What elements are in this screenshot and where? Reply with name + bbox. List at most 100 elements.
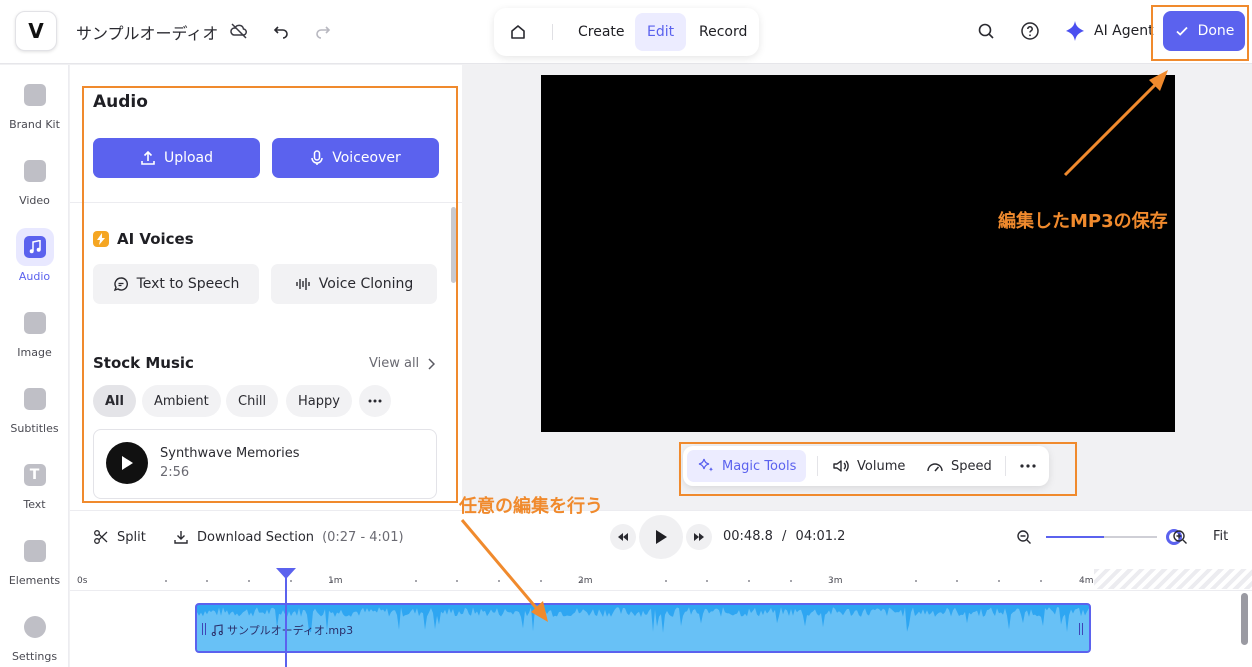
ruler-tick (956, 580, 959, 582)
mode-divider (552, 24, 553, 40)
play-button[interactable] (639, 515, 683, 559)
rail-item-text[interactable]: T Text (0, 445, 69, 521)
clip-trim-handle-right[interactable] (1079, 623, 1083, 635)
ruler-tick (498, 580, 500, 582)
tab-record[interactable]: Record (687, 13, 759, 51)
skip-forward-button[interactable] (686, 524, 712, 550)
download-section-button[interactable]: Download Section (0:27 - 4:01) (173, 529, 404, 545)
rail-item-settings[interactable]: Settings (0, 597, 69, 667)
tab-create[interactable]: Create (566, 13, 637, 51)
elements-icon (16, 532, 54, 570)
playhead-handle[interactable] (276, 568, 296, 579)
timeline: Split Download Section (0:27 - 4:01) 00:… (70, 510, 1252, 667)
settings-icon (16, 608, 54, 646)
rail-item-audio[interactable]: Audio (0, 217, 69, 293)
download-range: (0:27 - 4:01) (322, 529, 404, 545)
left-rail: Brand Kit Video Audio Image Subtitles T … (0, 65, 69, 667)
ruler-tick (539, 580, 542, 582)
audio-clip[interactable]: サンプルオーディオ.mp3 (195, 603, 1091, 653)
ruler-tick (706, 580, 709, 582)
rail-item-image[interactable]: Image (0, 293, 69, 369)
cloud-off-icon[interactable] (228, 20, 250, 42)
rail-item-brand-kit[interactable]: Brand Kit (0, 65, 69, 141)
ruler-label: 2m (578, 576, 593, 586)
download-icon (174, 531, 188, 544)
annotation-save-note: 編集したMP3の保存 (998, 211, 1168, 232)
ruler-tick (664, 580, 667, 582)
clip-label: サンプルオーディオ.mp3 (227, 624, 354, 637)
rail-label: Audio (18, 270, 51, 283)
subtitles-icon (16, 380, 54, 418)
home-icon[interactable] (508, 22, 528, 42)
timeline-scrollbar[interactable] (1241, 593, 1248, 645)
time-ruler[interactable]: 0s 1m 2m 3m 4m (70, 567, 1252, 591)
ruler-label: 3m (828, 576, 843, 586)
zoom-in-icon[interactable] (1169, 526, 1191, 548)
time-readout: 00:48.8 / 04:01.2 (723, 529, 845, 544)
skip-back-button[interactable] (610, 524, 636, 550)
split-button[interactable]: Split (93, 529, 146, 545)
rewind-icon (618, 533, 628, 541)
ai-agent-label: AI Agent (1094, 23, 1154, 39)
text-icon: T (16, 456, 54, 494)
ruler-label: 1m (328, 576, 343, 586)
ruler-overflow-area (1094, 569, 1252, 589)
rail-label: Elements (8, 574, 61, 587)
rail-label: Video (19, 194, 50, 207)
rail-label: Subtitles (10, 422, 59, 435)
scissors-icon (94, 530, 108, 544)
ruler-tick (164, 580, 167, 582)
fit-button[interactable]: Fit (1213, 529, 1228, 544)
rail-item-video[interactable]: Video (0, 141, 69, 217)
rail-label: Settings (11, 650, 58, 663)
undo-icon[interactable] (270, 20, 292, 42)
annotation-tools-highlight (679, 442, 1077, 496)
annotation-edit-note: 任意の編集を行う (459, 496, 603, 517)
split-label: Split (117, 529, 146, 545)
app-logo[interactable]: V (15, 11, 57, 51)
play-icon (656, 530, 667, 544)
zoom-slider-fill (1046, 536, 1104, 538)
top-bar: V サンプルオーディオ Create Edit Record AI Agent … (0, 0, 1252, 64)
fit-label: Fit (1213, 529, 1229, 544)
rail-label: Text (23, 498, 46, 511)
ruler-tick (456, 580, 459, 582)
mode-switcher: Create Edit Record (494, 8, 759, 56)
brand-kit-icon (16, 76, 54, 114)
ruler-label: 0s (77, 576, 88, 586)
total-time: 04:01.2 (795, 529, 846, 544)
audio-icon (15, 228, 54, 266)
current-time: 00:48.8 (723, 529, 773, 544)
music-note-icon (211, 624, 223, 636)
playhead[interactable] (285, 575, 287, 667)
rail-label: Brand Kit (9, 118, 60, 131)
search-icon[interactable] (975, 20, 997, 42)
fast-forward-icon (694, 533, 704, 541)
tab-edit[interactable]: Edit (635, 13, 687, 51)
ruler-tick (748, 580, 750, 582)
project-title[interactable]: サンプルオーディオ (76, 20, 218, 44)
video-icon (16, 152, 54, 190)
ruler-tick (289, 580, 292, 582)
ruler-tick (206, 580, 209, 582)
clip-label-group: サンプルオーディオ.mp3 (211, 622, 353, 638)
sparkle-icon (1066, 21, 1084, 41)
clip-trim-handle-left[interactable] (202, 623, 206, 635)
ruler-tick (789, 580, 792, 582)
time-separator: / (782, 529, 787, 544)
logo-letter: V (28, 19, 44, 43)
ruler-tick (1039, 580, 1042, 582)
video-preview[interactable] (541, 75, 1175, 432)
rail-label: Image (17, 346, 52, 359)
annotation-panel-highlight (82, 86, 458, 503)
ruler-tick (998, 580, 1000, 582)
zoom-out-icon[interactable] (1013, 526, 1035, 548)
zoom-slider-track[interactable] (1046, 536, 1157, 538)
help-icon[interactable] (1019, 20, 1041, 42)
ai-agent-button[interactable]: AI Agent (1064, 20, 1154, 42)
redo-icon[interactable] (312, 20, 334, 42)
rail-item-elements[interactable]: Elements (0, 521, 69, 597)
ruler-tick (414, 580, 417, 582)
rail-item-subtitles[interactable]: Subtitles (0, 369, 69, 445)
ruler-tick (914, 580, 917, 582)
